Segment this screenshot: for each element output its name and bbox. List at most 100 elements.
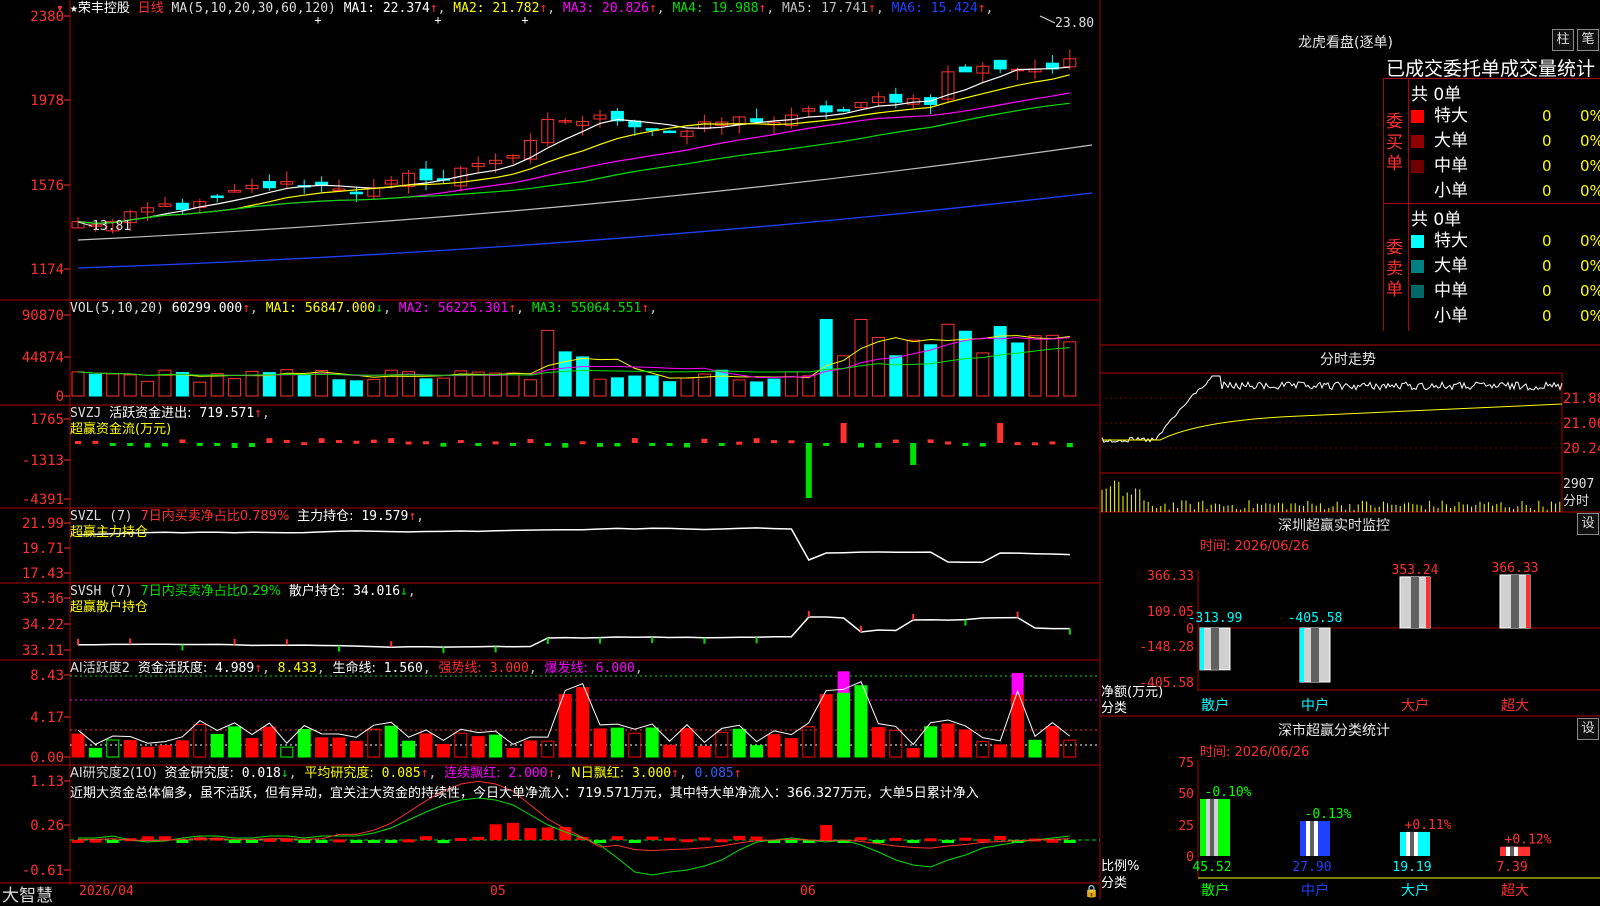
- research-bar: [385, 840, 398, 843]
- activity-bar: [297, 729, 311, 758]
- fund-flow-bar: [457, 440, 464, 444]
- y-tick-label: 0: [56, 389, 64, 405]
- research-bar: [907, 840, 920, 843]
- volume-bar: [88, 373, 102, 397]
- fund-flow-bar: [1066, 443, 1073, 448]
- fund-flow-bar: [196, 443, 203, 446]
- rt-bar-label: -313.99: [1188, 611, 1243, 626]
- candle-body: [993, 59, 1007, 70]
- order-type: 特大: [1434, 231, 1468, 251]
- vol-header: VOL(5,10,20) 60299.000↑, MA1: 56847.000↓…: [70, 301, 658, 316]
- research-bar: [159, 836, 171, 840]
- cls-value-label: 45.52: [1192, 860, 1231, 875]
- candle-body: [837, 109, 851, 112]
- bar-mode-button[interactable]: 柱: [1552, 29, 1574, 51]
- lock-icon[interactable]: 🔒: [1084, 884, 1099, 898]
- y-tick-label: 1576: [30, 178, 64, 194]
- activity-bar: [732, 728, 746, 758]
- cls-bar-shade: [1510, 846, 1514, 856]
- activity-bar: [976, 741, 990, 758]
- fund-flow-bar: [649, 443, 656, 446]
- rt-bar-edge: [1300, 628, 1304, 682]
- fund-flow-bar: [631, 438, 638, 443]
- research-bar: [698, 837, 711, 841]
- research-bar: [611, 836, 624, 840]
- activity-line: [77, 681, 1071, 746]
- fund-flow-bar: [283, 439, 290, 443]
- research-bar: [942, 840, 954, 843]
- ai-active-chart: [70, 671, 1100, 758]
- volume-bar: [1063, 341, 1077, 397]
- ai-active-v2: 8.433: [277, 661, 317, 676]
- ma-value-1: MA1: 22.374: [343, 1, 430, 16]
- tick-mode-button[interactable]: 笔: [1577, 29, 1599, 51]
- vol-ma-line: [77, 335, 1070, 379]
- volume-bar: [576, 356, 590, 397]
- volume-bar: [767, 378, 781, 397]
- research-bar: [924, 838, 937, 842]
- sz-class-settings-button[interactable]: 设: [1577, 718, 1599, 740]
- buy-side-label: 委买单: [1386, 112, 1403, 174]
- order-type: 小单: [1434, 181, 1468, 201]
- order-pct: 0%: [1580, 107, 1600, 125]
- research-bar: [872, 840, 885, 843]
- date-axis-start: 2026/04: [79, 884, 134, 899]
- rt-bar-shade: [1511, 575, 1519, 628]
- volume-bar: [889, 355, 903, 397]
- volume-bar: [906, 339, 920, 397]
- color-swatch: [1411, 110, 1424, 123]
- rt-y-tick: -148.28: [1139, 640, 1194, 655]
- ai-active-item1: 资金活跃度:: [137, 661, 208, 676]
- sell-side-label: 委卖单: [1386, 238, 1403, 300]
- fund-flow-bar: [127, 443, 134, 446]
- ai-research-item2: 平均研究度:: [304, 766, 374, 781]
- sz-realtime-settings-button[interactable]: 设: [1577, 513, 1599, 535]
- y-tick-label: 33.11: [22, 643, 64, 659]
- stock-name[interactable]: 荣丰控股: [78, 1, 130, 16]
- volume-bar: [106, 373, 120, 397]
- svsh-header: SVSH (7) 7日内买卖净占比0.29% 散户持仓: 34.016↓,: [70, 584, 416, 599]
- volume-bar: [645, 375, 659, 397]
- y-tick-label: 0.26: [30, 818, 64, 834]
- fund-flow-bar: [423, 441, 429, 445]
- fund-flow-bar: [892, 439, 899, 443]
- volume-bar: [1028, 335, 1042, 397]
- fund-flow-bar: [840, 423, 847, 443]
- activity-bar: [750, 745, 764, 758]
- activity-bar: [837, 692, 851, 758]
- research-bar: [507, 822, 519, 840]
- svzj-arrow: ↑: [254, 406, 262, 421]
- research-bar: [541, 827, 554, 840]
- svzl-arrow: ↑: [408, 509, 417, 524]
- volume-bar: [175, 371, 189, 397]
- ma-line: [77, 66, 1070, 224]
- rt-bar-edge: [1200, 628, 1204, 670]
- research-bar: [89, 839, 102, 843]
- fund-flow-bar: [510, 443, 516, 446]
- cls-bar-shade: [1210, 798, 1214, 856]
- activity-bar: [367, 728, 381, 758]
- candle-body: [349, 191, 363, 195]
- candle-body: [175, 202, 189, 210]
- svsh-value: 34.016: [353, 584, 401, 599]
- activity-bar: [663, 744, 677, 758]
- y-tick-label: 44874: [22, 350, 64, 366]
- fund-flow-bar: [492, 441, 499, 445]
- chart-canvas[interactable]: 23.8013.81+ + + 366.33109.050-148.28-405.5…: [0, 0, 1600, 900]
- vol-ma-line: [77, 337, 1070, 378]
- brand-logo[interactable]: 大智慧: [2, 881, 53, 906]
- order-row: 特大 0 0%: [1408, 229, 1600, 253]
- fund-flow-bar: [75, 440, 81, 444]
- period-label[interactable]: 日线: [138, 1, 164, 16]
- order-type: 中单: [1434, 156, 1468, 176]
- research-bar: [681, 839, 693, 843]
- activity-bar: [680, 728, 694, 758]
- activity-bar: [141, 746, 155, 758]
- fund-flow-bar: [353, 440, 360, 444]
- order-count: 0: [1542, 257, 1552, 275]
- order-type: 中单: [1434, 281, 1468, 301]
- svsh-ratio: 7日内买卖净占比0.29%: [140, 584, 282, 599]
- ai-active-item3: 生命线:: [332, 661, 376, 676]
- fund-flow-bar: [231, 443, 238, 448]
- intraday-chart: [1100, 372, 1563, 512]
